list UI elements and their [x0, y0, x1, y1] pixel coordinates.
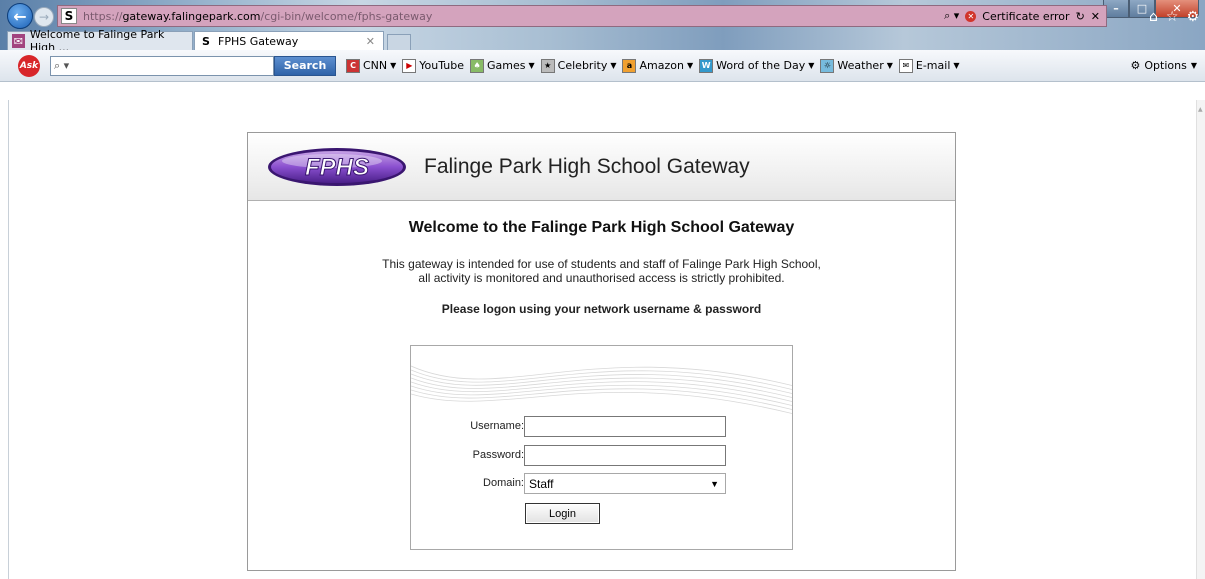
- bookmark-label: Weather: [837, 59, 884, 72]
- panel-header: FPHS Falinge Park High School Gateway: [248, 133, 955, 201]
- tab-favicon-icon: S: [202, 34, 210, 48]
- search-icon: ⌕ ▾: [54, 58, 70, 72]
- stop-icon[interactable]: ✕: [1091, 10, 1100, 23]
- username-label: Username:: [470, 420, 524, 432]
- bookmark-label: Word of the Day: [716, 59, 806, 72]
- chevron-down-icon: ▼: [1190, 61, 1197, 70]
- bookmark-label: CNN: [363, 59, 388, 72]
- login-button[interactable]: Login: [525, 503, 600, 524]
- gear-icon: ⚙: [1130, 59, 1141, 72]
- bookmark-word-of-the-day[interactable]: W Word of the Day ▼: [699, 58, 815, 73]
- certificate-error-icon[interactable]: ✕: [965, 10, 977, 22]
- domain-label: Domain:: [483, 477, 524, 489]
- back-button[interactable]: ←: [7, 3, 33, 29]
- bookmark-label: Games: [487, 59, 526, 72]
- chevron-down-icon: ▼: [390, 61, 397, 70]
- url-path: /cgi-bin/welcome/fphs-gateway: [260, 9, 433, 23]
- email-icon: ✉: [898, 58, 913, 73]
- celebrity-icon: ★: [540, 58, 555, 73]
- logo-text: FPHS: [305, 154, 369, 181]
- gear-icon[interactable]: ⚙: [1186, 9, 1199, 25]
- chevron-down-icon: ▼: [710, 478, 719, 489]
- tab-strip: ✉ Welcome to Falinge Park High ... S FPH…: [0, 28, 1205, 54]
- close-tab-icon[interactable]: ✕: [366, 35, 375, 48]
- decorative-swoosh: [411, 365, 792, 414]
- domain-select[interactable]: Staff ▼: [524, 473, 726, 494]
- home-icon[interactable]: ⌂: [1149, 9, 1158, 25]
- options-button[interactable]: ⚙ Options ▼: [1131, 59, 1197, 72]
- certificate-error-label[interactable]: Certificate error: [982, 10, 1069, 23]
- bookmark-amazon[interactable]: a Amazon ▼: [622, 58, 694, 73]
- chevron-down-icon: ▼: [686, 61, 694, 70]
- options-label: Options: [1144, 59, 1187, 72]
- chevron-down-icon: ▼: [610, 61, 617, 70]
- page-title: Falinge Park High School Gateway: [424, 154, 750, 178]
- bookmark-cnn[interactable]: C CNN ▼: [346, 58, 397, 73]
- username-input[interactable]: [524, 416, 726, 437]
- bookmark-label: E-mail: [915, 59, 951, 72]
- domain-selected-value: Staff: [529, 476, 554, 491]
- tab-fphs-gateway[interactable]: S FPHS Gateway ✕: [194, 31, 384, 50]
- youtube-icon: ▶: [402, 58, 417, 73]
- usage-notice: This gateway is intended for use of stud…: [248, 257, 955, 285]
- username-row: Username:: [411, 416, 792, 438]
- favorites-star-icon[interactable]: ☆: [1166, 9, 1179, 25]
- chevron-down-icon: ▼: [886, 61, 893, 70]
- vertical-scrollbar[interactable]: ▲: [1196, 100, 1205, 579]
- bookmark-games[interactable]: ♠ Games ▼: [470, 58, 535, 73]
- ask-search-button[interactable]: Search: [274, 55, 336, 76]
- tab-welcome[interactable]: ✉ Welcome to Falinge Park High ...: [7, 28, 193, 54]
- bookmark-celebrity[interactable]: ★ Celebrity ▼: [540, 58, 617, 73]
- logon-prompt: Please logon using your network username…: [441, 302, 762, 316]
- bookmarks-bar: C CNN ▼ ▶ YouTube ♠ Games ▼ ★ Celebrity ▼ a Amaz…: [346, 58, 960, 73]
- search-icon[interactable]: ⌕ ▾: [944, 9, 959, 23]
- gateway-panel: FPHS Falinge Park High School Gateway We…: [247, 132, 956, 571]
- forward-button[interactable]: →: [34, 7, 54, 27]
- chevron-down-icon: ▼: [528, 61, 535, 70]
- site-favicon-icon: S: [61, 8, 77, 24]
- fphs-logo: FPHS: [268, 147, 406, 186]
- word-of-day-icon: W: [699, 58, 714, 73]
- tab-favicon-icon: ✉: [12, 34, 25, 48]
- weather-icon: ☼: [820, 58, 835, 73]
- address-bar[interactable]: S https://gateway.falingepark.com/cgi-bi…: [57, 5, 1107, 27]
- bookmark-label: YouTube: [419, 59, 465, 72]
- bookmark-label: Amazon: [639, 59, 684, 72]
- amazon-icon: a: [622, 58, 637, 73]
- password-label: Password:: [472, 449, 524, 461]
- ask-search-input[interactable]: ⌕ ▾: [50, 55, 274, 76]
- chevron-down-icon: ▼: [953, 61, 960, 70]
- browser-tools: ⌂ ☆ ⚙: [1149, 9, 1199, 25]
- password-row: Password:: [411, 445, 792, 467]
- refresh-icon[interactable]: ↻: [1076, 10, 1085, 23]
- chevron-down-icon: ▼: [808, 61, 815, 70]
- bookmark-email[interactable]: ✉ E-mail ▼: [898, 58, 960, 73]
- ask-logo-icon[interactable]: Ask: [18, 54, 40, 77]
- welcome-heading: Welcome to the Falinge Park High School …: [408, 219, 795, 236]
- bookmark-youtube[interactable]: ▶ YouTube: [402, 58, 465, 73]
- password-input[interactable]: [524, 445, 726, 466]
- login-form: Username: Password: Domain: Staff ▼ Logi…: [410, 345, 793, 550]
- bookmark-label: Celebrity: [557, 59, 608, 72]
- address-bar-actions: ⌕ ▾ ✕ Certificate error ↻ ✕: [944, 9, 1106, 23]
- notice-line: all activity is monitored and unauthoris…: [418, 271, 785, 285]
- new-tab-button[interactable]: [387, 34, 411, 50]
- url-host: gateway.falingepark.com: [122, 9, 261, 23]
- url-text[interactable]: https://gateway.falingepark.com/cgi-bin/…: [83, 10, 432, 23]
- games-icon: ♠: [470, 58, 485, 73]
- url-scheme: https://: [83, 9, 123, 23]
- window-titlebar: – □ ✕ ← → S https://gateway.falingepark.…: [0, 0, 1205, 54]
- domain-row: Domain: Staff ▼: [411, 473, 792, 495]
- cnn-icon: C: [346, 58, 360, 73]
- scroll-up-icon[interactable]: ▲: [1198, 106, 1203, 113]
- bookmark-weather[interactable]: ☼ Weather ▼: [820, 58, 893, 73]
- navigation-bar: ← → S https://gateway.falingepark.com/cg…: [0, 1, 1205, 30]
- ask-toolbar: Ask ⌕ ▾ Search C CNN ▼ ▶ YouTube ♠ Games ▼ ★ C…: [0, 50, 1205, 82]
- tab-label: FPHS Gateway: [218, 34, 299, 48]
- notice-line: This gateway is intended for use of stud…: [382, 257, 821, 271]
